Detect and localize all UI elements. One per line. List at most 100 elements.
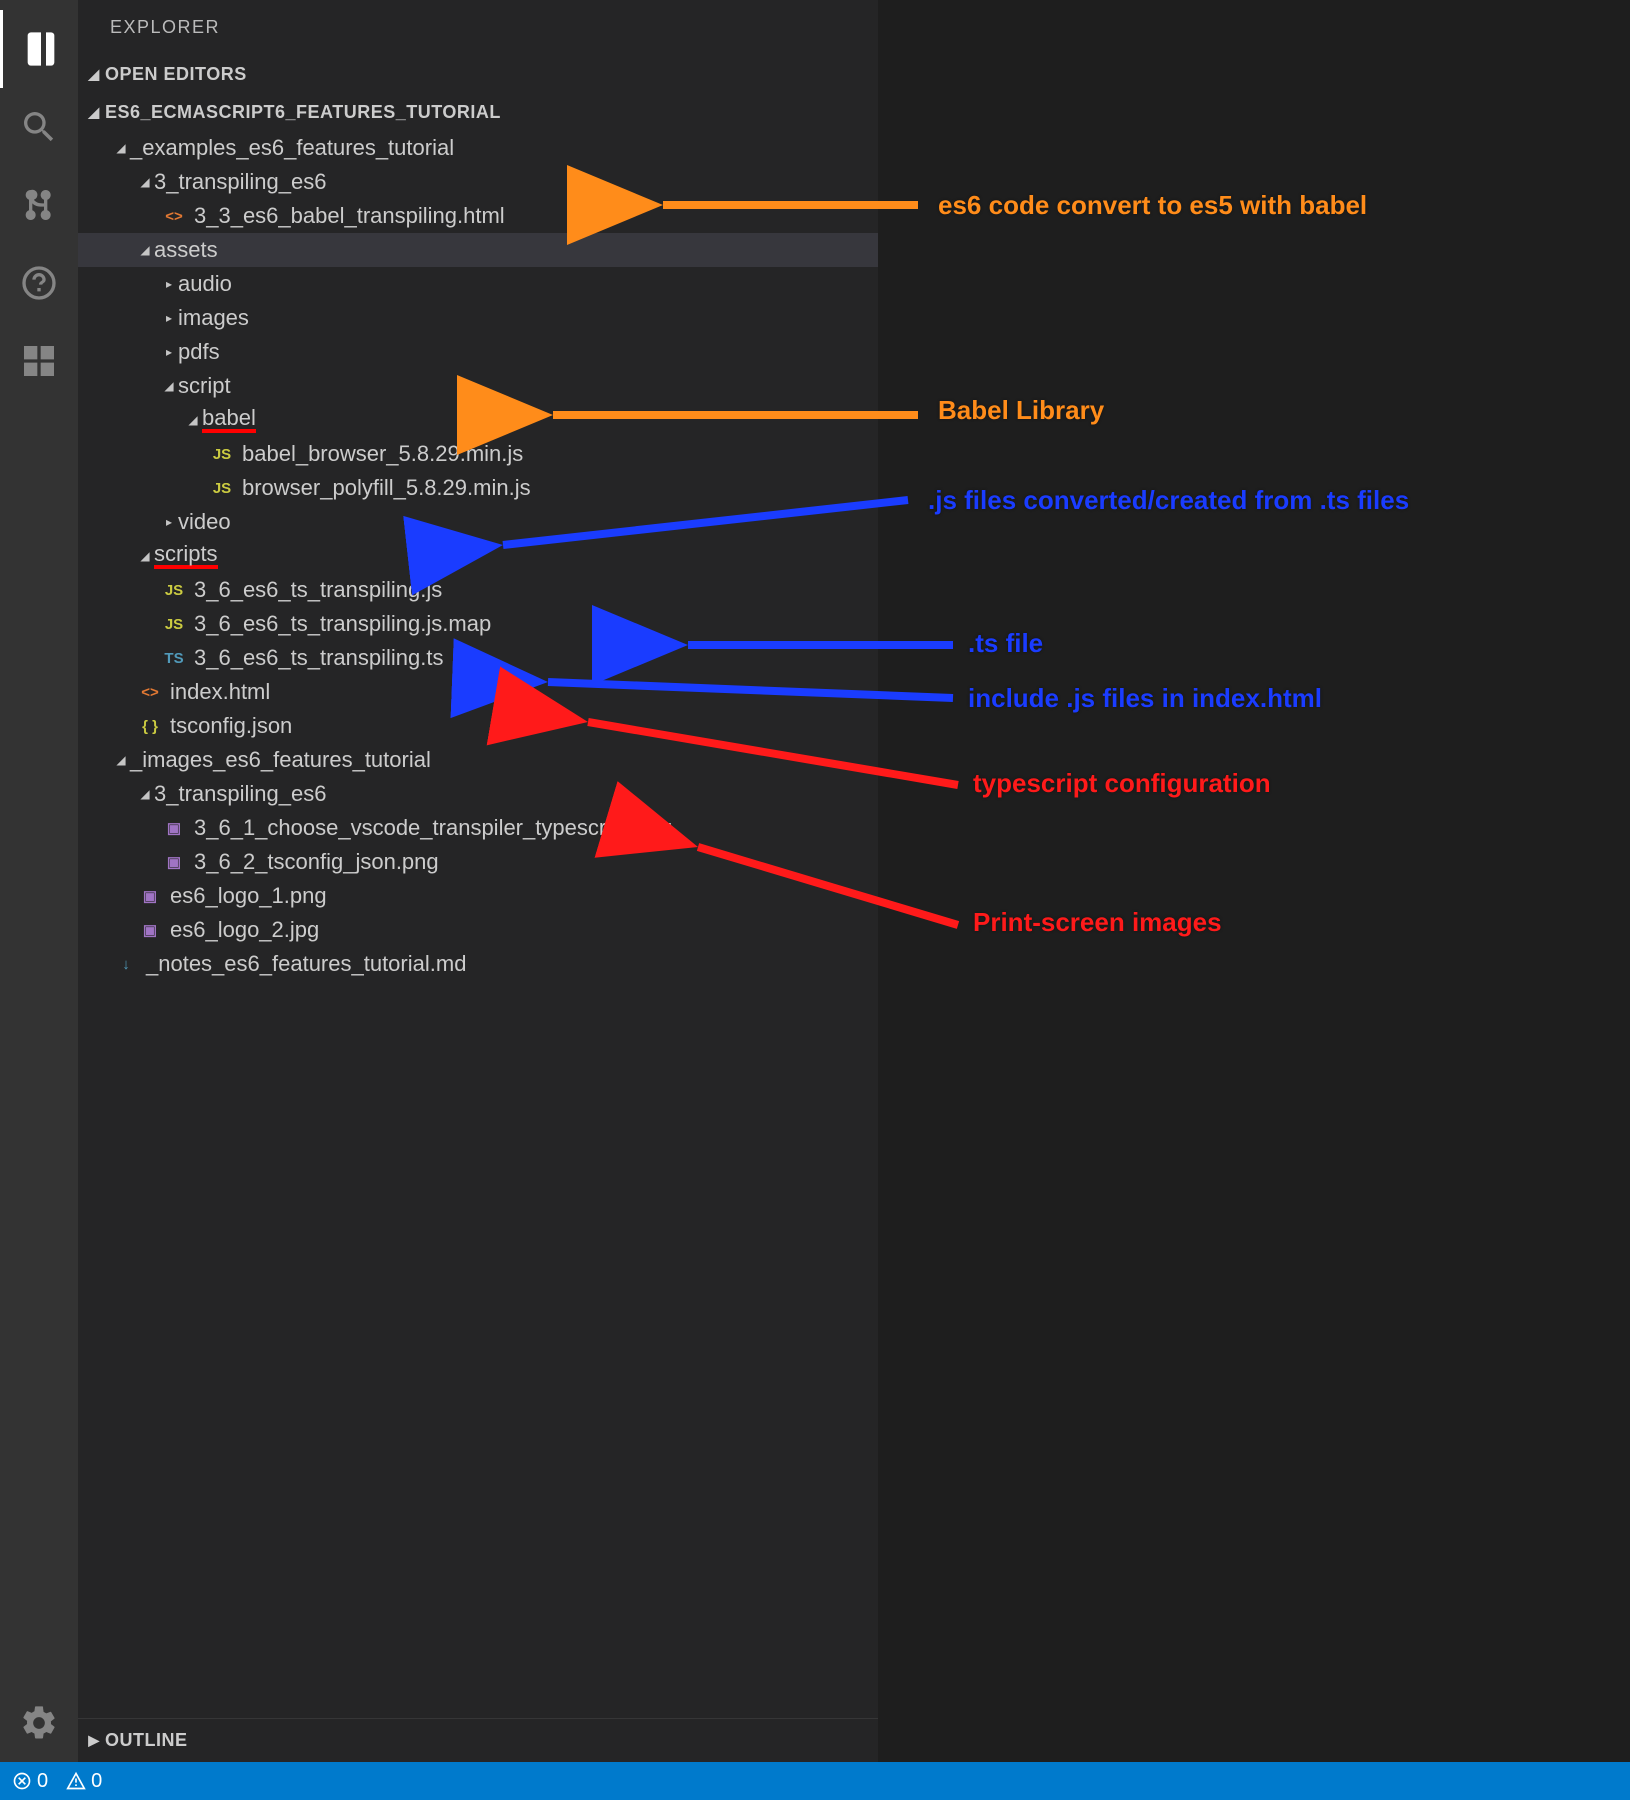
file-json-icon: { }: [136, 718, 164, 735]
warning-count: 0: [91, 1770, 102, 1793]
file-md-icon: ↓: [112, 956, 140, 973]
activity-settings-icon[interactable]: [0, 1684, 78, 1762]
tree-file[interactable]: JS browser_polyfill_5.8.29.min.js: [78, 471, 878, 505]
open-editors-section[interactable]: ◢ OPEN EDITORS: [78, 55, 878, 93]
activity-debug-icon[interactable]: [0, 244, 78, 322]
file-tree: ◢_examples_es6_features_tutorial◢3_trans…: [78, 131, 878, 1718]
status-warnings[interactable]: 0: [66, 1770, 102, 1793]
file-html-icon: <>: [160, 208, 188, 225]
status-errors[interactable]: 0: [12, 1770, 48, 1793]
tree-item-label: images: [178, 305, 249, 331]
tree-file[interactable]: ↓ _notes_es6_features_tutorial.md: [78, 947, 878, 981]
tree-item-label: 3_3_es6_babel_transpiling.html: [194, 203, 505, 229]
tree-folder[interactable]: ◢_images_es6_features_tutorial: [78, 743, 878, 777]
open-editors-label: OPEN EDITORS: [105, 64, 247, 85]
tree-item-label: scripts: [154, 543, 218, 569]
explorer-panel: EXPLORER ◢ OPEN EDITORS ◢ ES6_ECMASCRIPT…: [78, 0, 878, 1762]
tree-file[interactable]: <> 3_3_es6_babel_transpiling.html: [78, 199, 878, 233]
annotation-3: .js files converted/created from .ts fil…: [928, 485, 1428, 516]
tree-item-label: 3_transpiling_es6: [154, 169, 326, 195]
tree-folder[interactable]: ▸images: [78, 301, 878, 335]
chevron-right-icon: ▶: [83, 1732, 105, 1749]
chevron-down-icon: ◢: [83, 104, 105, 121]
file-html-icon: <>: [136, 684, 164, 701]
tree-file[interactable]: ▣ 3_6_2_tsconfig_json.png: [78, 845, 878, 879]
chevron-down-icon: ◢: [160, 379, 178, 393]
chevron-down-icon: ◢: [136, 549, 154, 563]
tree-item-label: tsconfig.json: [170, 713, 292, 739]
tree-file[interactable]: JS 3_6_es6_ts_transpiling.js: [78, 573, 878, 607]
tree-folder[interactable]: ◢script: [78, 369, 878, 403]
error-count: 0: [37, 1770, 48, 1793]
tree-file[interactable]: ▣es6_logo_1.png: [78, 879, 878, 913]
tree-folder[interactable]: ▸pdfs: [78, 335, 878, 369]
tree-folder[interactable]: ◢babel: [78, 403, 878, 437]
annotation-4: .ts file: [968, 628, 1043, 659]
activity-git-icon[interactable]: [0, 166, 78, 244]
tree-item-label: pdfs: [178, 339, 220, 365]
file-js-icon: JS: [160, 582, 188, 599]
tree-file[interactable]: ▣ es6_logo_2.jpg: [78, 913, 878, 947]
tree-folder[interactable]: ◢assets: [78, 233, 878, 267]
chevron-down-icon: ◢: [136, 243, 154, 257]
outline-label: OUTLINE: [105, 1730, 188, 1751]
tree-item-label: _notes_es6_features_tutorial.md: [146, 951, 466, 977]
tree-item-label: 3_6_1_choose_vscode_transpiler_typescrip…: [194, 815, 672, 841]
file-img-icon: ▣: [160, 853, 188, 871]
tree-folder[interactable]: ▸video: [78, 505, 878, 539]
file-img-icon: ▣: [136, 921, 164, 939]
tree-file[interactable]: JS3_6_es6_ts_transpiling.js.map: [78, 607, 878, 641]
project-root-section[interactable]: ◢ ES6_ECMASCRIPT6_FEATURES_TUTORIAL: [78, 93, 878, 131]
tree-folder[interactable]: ◢3_transpiling_es6: [78, 777, 878, 811]
status-bar: 0 0: [0, 1762, 1630, 1800]
tree-file[interactable]: <>index.html: [78, 675, 878, 709]
activity-bar: [0, 0, 78, 1762]
tree-item-label: script: [178, 373, 231, 399]
tree-folder[interactable]: ◢_examples_es6_features_tutorial: [78, 131, 878, 165]
annotation-6: typescript configuration: [973, 768, 1271, 799]
tree-item-label: babel: [202, 407, 256, 433]
tree-file[interactable]: TS3_6_es6_ts_transpiling.ts: [78, 641, 878, 675]
chevron-right-icon: ▸: [160, 311, 178, 325]
chevron-down-icon: ◢: [136, 175, 154, 189]
annotation-5: include .js files in index.html: [968, 683, 1322, 714]
tree-item-label: browser_polyfill_5.8.29.min.js: [242, 475, 531, 501]
file-img-icon: ▣: [160, 819, 188, 837]
file-img-icon: ▣: [136, 887, 164, 905]
tree-file[interactable]: ▣ 3_6_1_choose_vscode_transpiler_typescri…: [78, 811, 878, 845]
chevron-right-icon: ▸: [160, 345, 178, 359]
chevron-down-icon: ◢: [112, 753, 130, 767]
tree-item-label: 3_6_es6_ts_transpiling.js.map: [194, 611, 491, 637]
activity-extensions-icon[interactable]: [0, 322, 78, 400]
outline-section[interactable]: ▶ OUTLINE: [78, 1718, 878, 1762]
chevron-down-icon: ◢: [136, 787, 154, 801]
chevron-right-icon: ▸: [160, 277, 178, 291]
tree-folder[interactable]: ◢scripts: [78, 539, 878, 573]
editor-area: es6 code convert to es5 with babel Babel…: [878, 0, 1630, 1762]
tree-file[interactable]: JS babel_browser_5.8.29.min.js: [78, 437, 878, 471]
activity-search-icon[interactable]: [0, 88, 78, 166]
file-js-icon: JS: [208, 480, 236, 497]
error-icon: [12, 1771, 32, 1791]
tree-item-label: 3_6_es6_ts_transpiling.js: [194, 577, 442, 603]
tree-item-label: assets: [154, 237, 218, 263]
tree-item-label: 3_transpiling_es6: [154, 781, 326, 807]
annotation-7: Print-screen images: [973, 907, 1222, 938]
tree-folder[interactable]: ◢3_transpiling_es6: [78, 165, 878, 199]
file-js-icon: JS: [208, 446, 236, 463]
tree-item-label: audio: [178, 271, 232, 297]
annotation-2: Babel Library: [938, 395, 1104, 426]
tree-file[interactable]: { } tsconfig.json: [78, 709, 878, 743]
tree-folder[interactable]: ▸audio: [78, 267, 878, 301]
chevron-right-icon: ▸: [160, 515, 178, 529]
tree-item-label: 3_6_2_tsconfig_json.png: [194, 849, 439, 875]
activity-explorer-icon[interactable]: [0, 10, 78, 88]
tree-item-label: _images_es6_features_tutorial: [130, 747, 431, 773]
tree-item-label: 3_6_es6_ts_transpiling.ts: [194, 645, 444, 671]
tree-item-label: babel_browser_5.8.29.min.js: [242, 441, 523, 467]
annotation-1: es6 code convert to es5 with babel: [938, 190, 1367, 221]
project-name: ES6_ECMASCRIPT6_FEATURES_TUTORIAL: [105, 102, 501, 123]
warning-icon: [66, 1771, 86, 1791]
chevron-down-icon: ◢: [184, 413, 202, 427]
tree-item-label: es6_logo_2.jpg: [170, 917, 319, 943]
